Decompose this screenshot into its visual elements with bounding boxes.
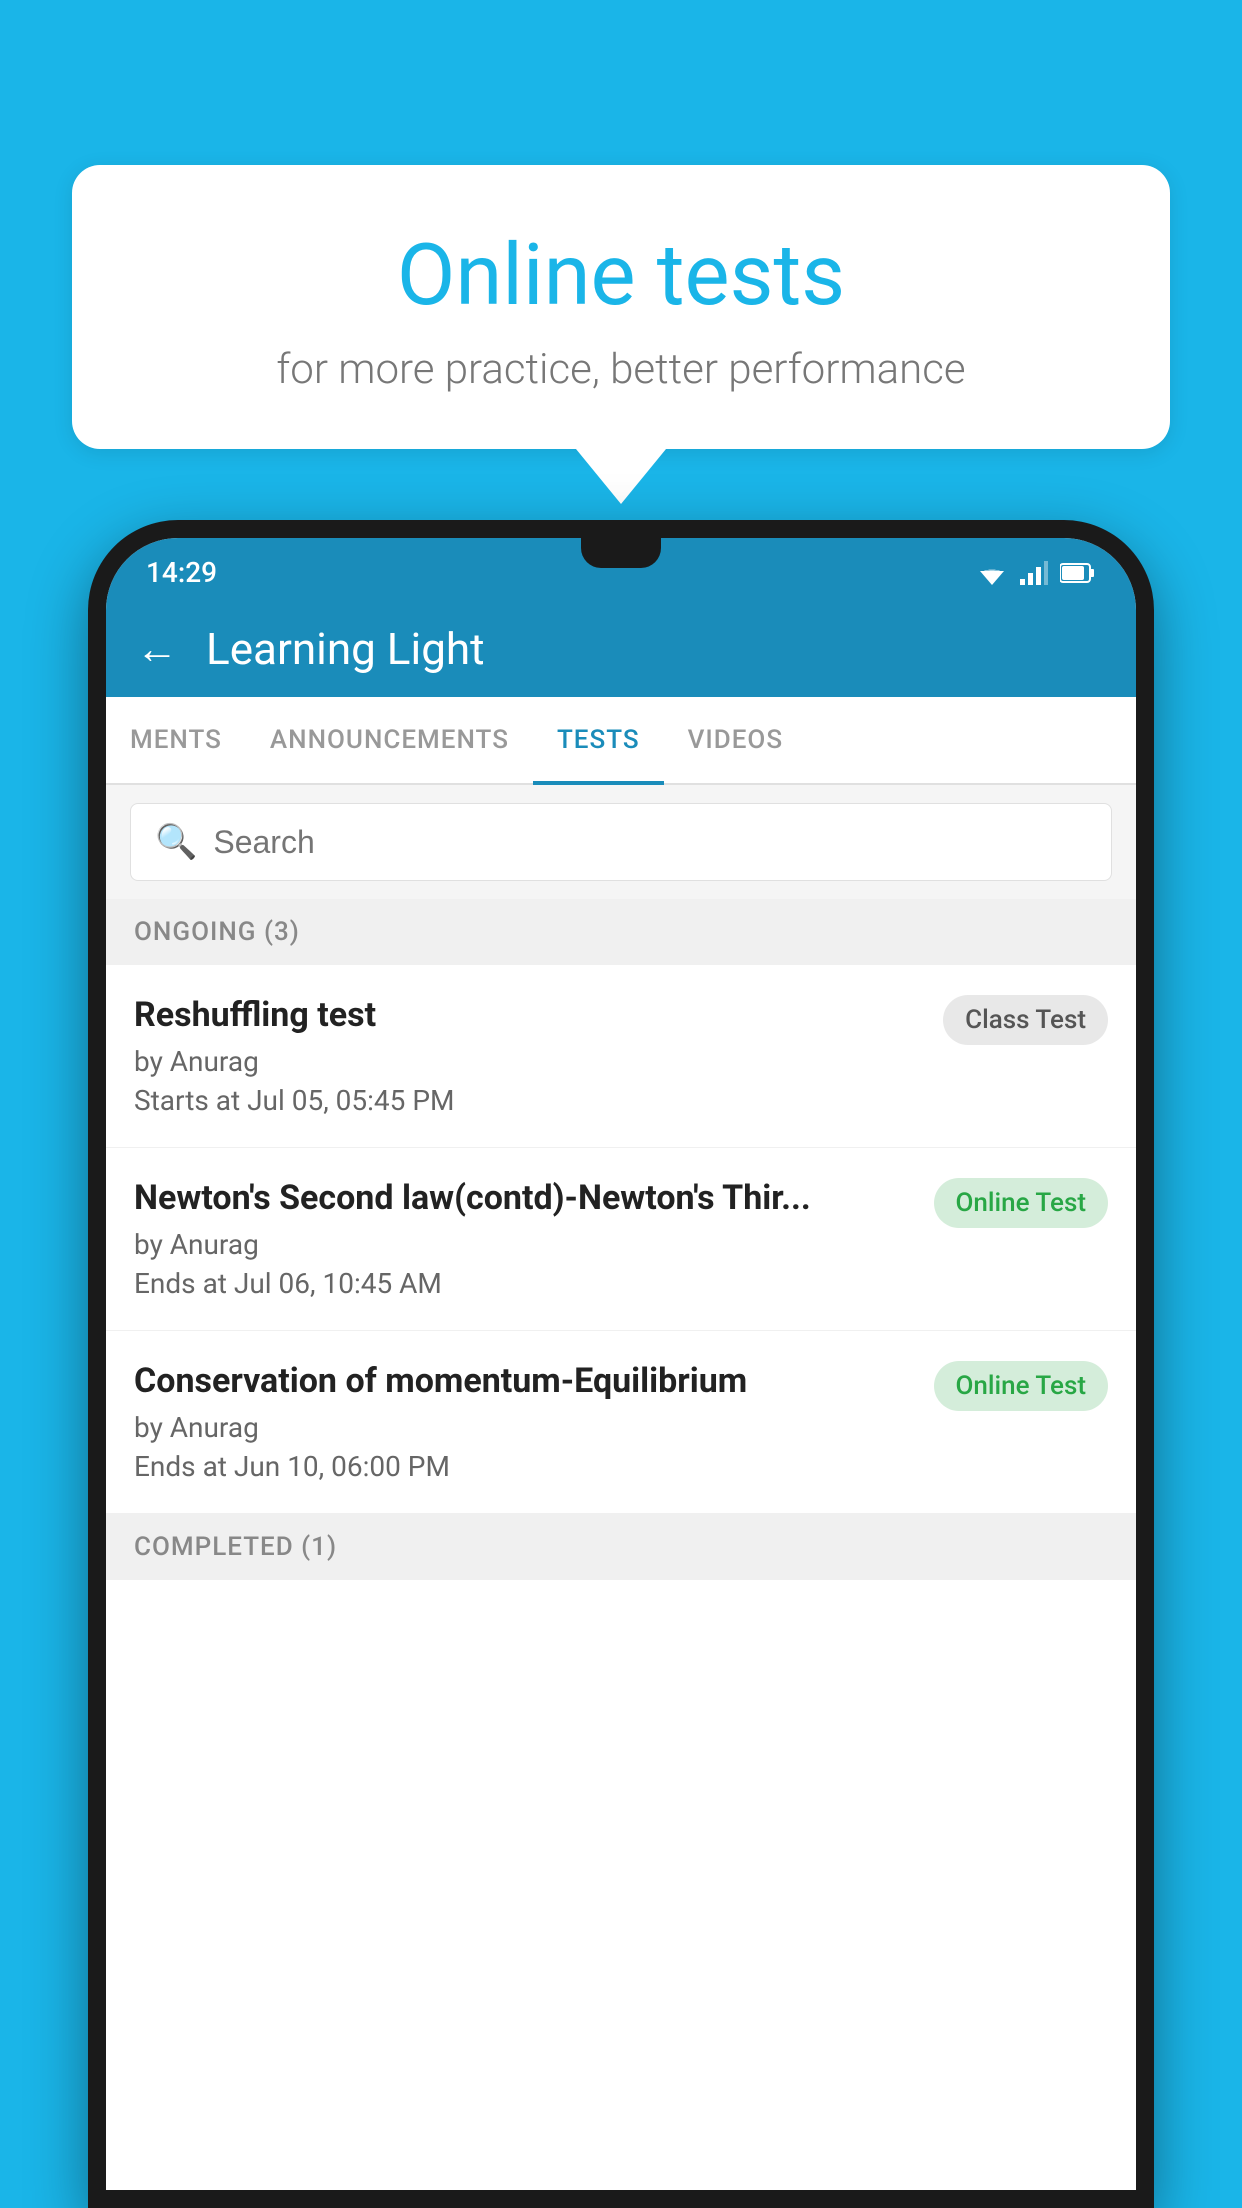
search-bar[interactable]: 🔍: [130, 803, 1112, 881]
test-info-1: Reshuffling test by Anurag Starts at Jul…: [134, 995, 943, 1117]
speech-bubble-tail: [576, 449, 666, 504]
test-badge-1: Class Test: [943, 995, 1108, 1045]
bubble-subtitle: for more practice, better performance: [122, 345, 1120, 394]
test-item-2[interactable]: Newton's Second law(contd)-Newton's Thir…: [106, 1148, 1136, 1331]
tab-videos[interactable]: VIDEOS: [664, 697, 807, 783]
test-title-1: Reshuffling test: [134, 995, 923, 1035]
app-bar: ← Learning Light: [106, 601, 1136, 697]
app-bar-title: Learning Light: [206, 623, 485, 675]
back-button[interactable]: ←: [136, 625, 178, 674]
test-item[interactable]: Reshuffling test by Anurag Starts at Jul…: [106, 965, 1136, 1148]
search-icon: 🔍: [155, 822, 197, 862]
test-list: Reshuffling test by Anurag Starts at Jul…: [106, 965, 1136, 2190]
test-date-1: Starts at Jul 05, 05:45 PM: [134, 1084, 923, 1117]
completed-section-header: COMPLETED (1): [106, 1514, 1136, 1580]
phone-notch: [581, 538, 661, 568]
status-time: 14:29: [146, 556, 217, 589]
test-title-3: Conservation of momentum-Equilibrium: [134, 1361, 914, 1401]
speech-bubble: Online tests for more practice, better p…: [72, 165, 1170, 449]
test-author-2: by Anurag: [134, 1228, 914, 1261]
test-title-2: Newton's Second law(contd)-Newton's Thir…: [134, 1178, 914, 1218]
search-container: 🔍: [106, 785, 1136, 899]
search-input[interactable]: [213, 824, 1087, 861]
tab-announcements[interactable]: ANNOUNCEMENTS: [246, 697, 533, 783]
phone-screen: 14:29: [106, 538, 1136, 2190]
test-date-2: Ends at Jul 06, 10:45 AM: [134, 1267, 914, 1300]
test-item-3[interactable]: Conservation of momentum-Equilibrium by …: [106, 1331, 1136, 1514]
ongoing-section-header: ONGOING (3): [106, 899, 1136, 965]
test-author-1: by Anurag: [134, 1045, 923, 1078]
tab-tests[interactable]: TESTS: [533, 697, 664, 783]
signal-icon: [1020, 561, 1048, 585]
bubble-title: Online tests: [122, 225, 1120, 325]
test-badge-2: Online Test: [934, 1178, 1109, 1228]
tab-ments[interactable]: MENTS: [106, 697, 246, 783]
speech-bubble-container: Online tests for more practice, better p…: [72, 165, 1170, 504]
tabs-container: MENTS ANNOUNCEMENTS TESTS VIDEOS: [106, 697, 1136, 785]
battery-icon: [1060, 562, 1096, 584]
wifi-icon: [976, 561, 1008, 585]
test-info-3: Conservation of momentum-Equilibrium by …: [134, 1361, 934, 1483]
test-date-3: Ends at Jun 10, 06:00 PM: [134, 1450, 914, 1483]
test-author-3: by Anurag: [134, 1411, 914, 1444]
test-info-2: Newton's Second law(contd)-Newton's Thir…: [134, 1178, 934, 1300]
phone-frame: 14:29: [88, 520, 1154, 2208]
test-badge-3: Online Test: [934, 1361, 1109, 1411]
status-icons: [976, 561, 1096, 585]
